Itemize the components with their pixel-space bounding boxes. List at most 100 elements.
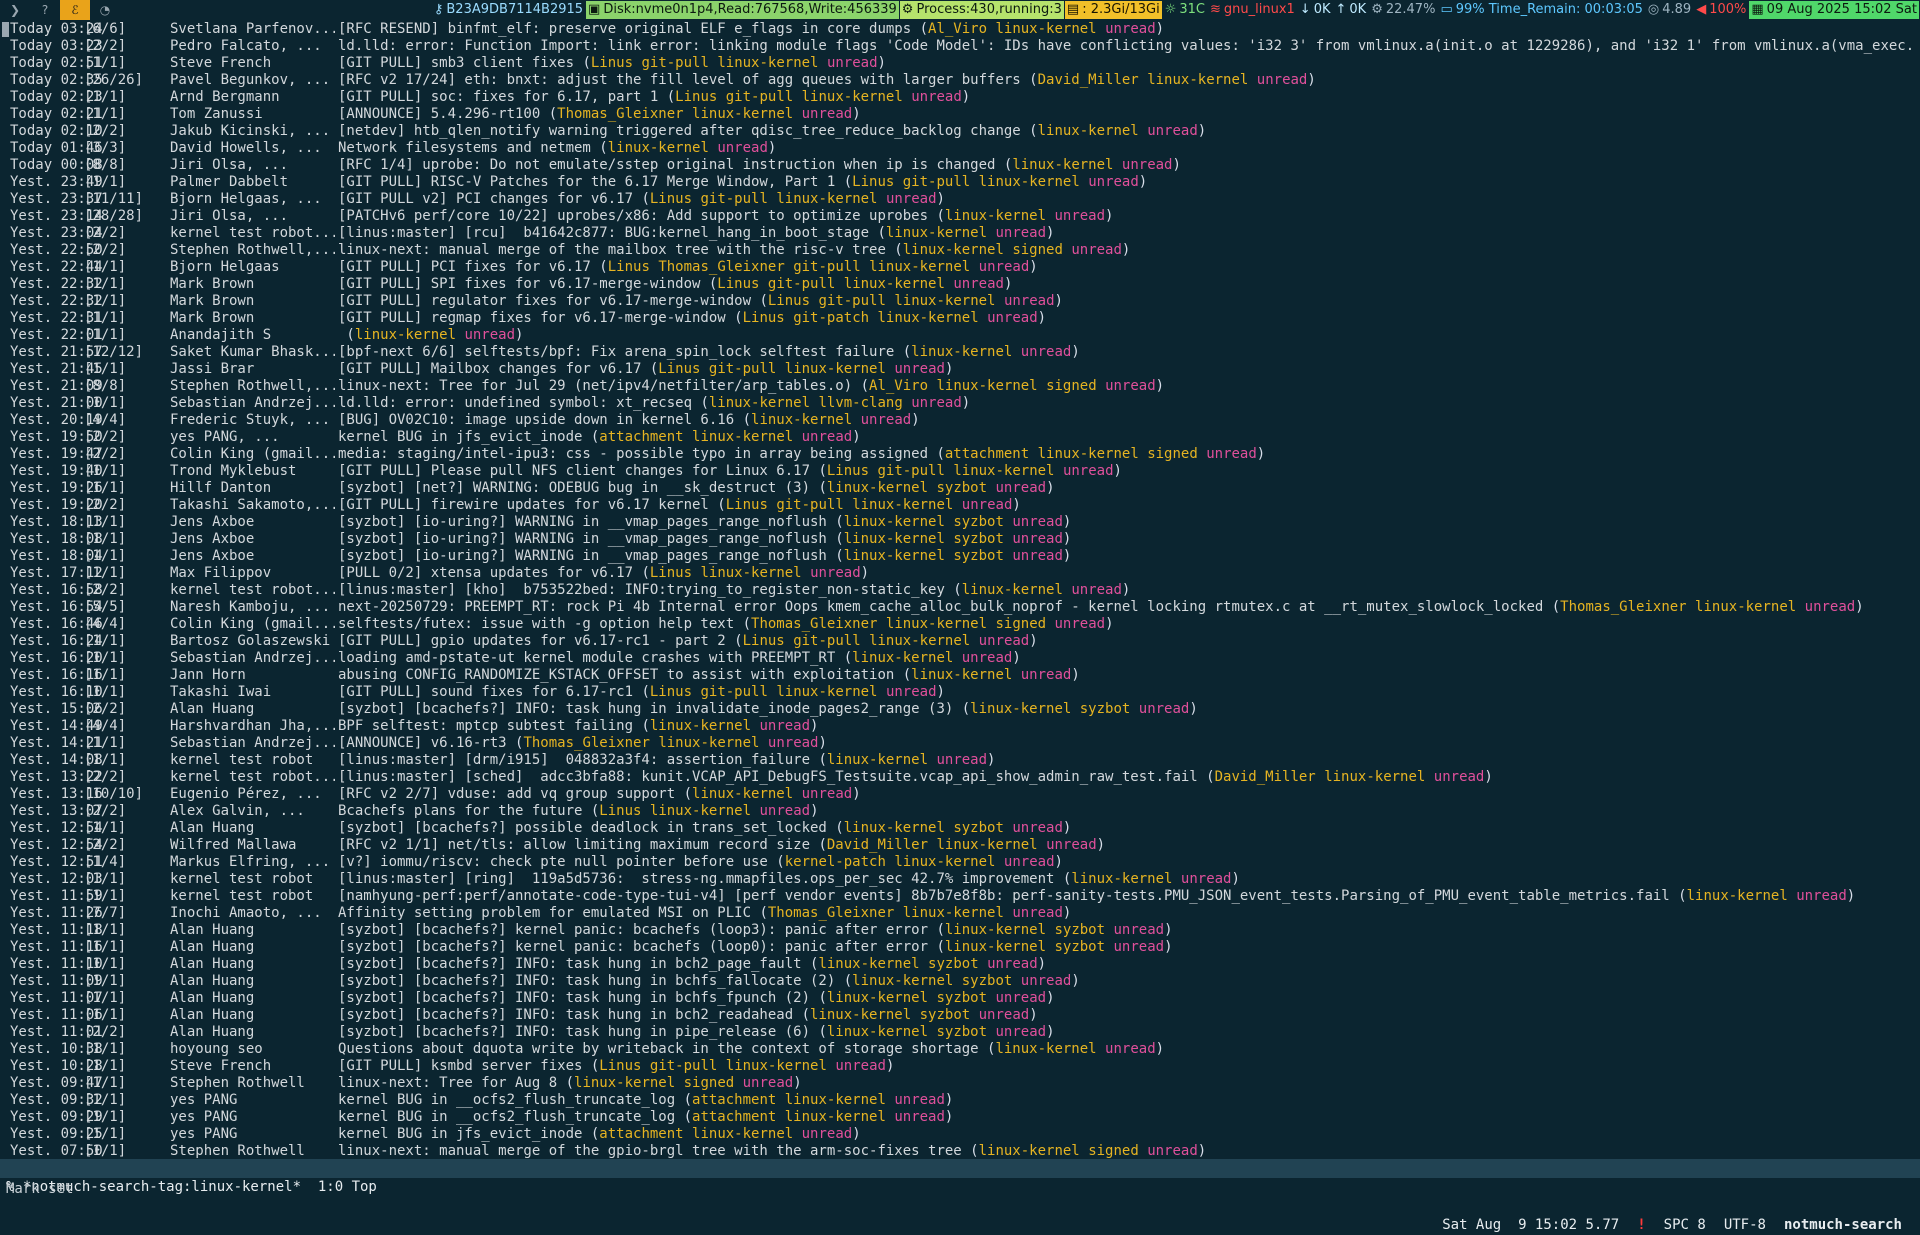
thread-row[interactable]: Yest. 09:32 [1/1] yes PANG kernel BUG in __… xyxy=(0,1092,1920,1109)
thread-tag[interactable]: unread xyxy=(1088,174,1139,190)
thread-tag[interactable]: unread xyxy=(1012,531,1063,547)
thread-tag[interactable]: linux-kernel xyxy=(1071,871,1172,887)
thread-tag[interactable]: Linus xyxy=(768,293,810,309)
thread-tag[interactable]: unread xyxy=(759,803,810,819)
thread-tag[interactable]: linux-kernel xyxy=(785,1092,886,1108)
thread-tag[interactable]: unread xyxy=(911,395,962,411)
thread-row[interactable]: Yest. 13:07 [2/2] Alex Galvin, ... Bcachefs… xyxy=(0,803,1920,820)
thread-tag[interactable]: linux-kernel xyxy=(751,412,852,428)
thread-tag[interactable]: signed xyxy=(684,1075,735,1091)
thread-tag[interactable]: signed xyxy=(1147,446,1198,462)
thread-row[interactable]: Yest. 11:26 [7/7] Inochi Amaoto, ... Affini… xyxy=(0,905,1920,922)
thread-tag[interactable]: unread xyxy=(743,1075,794,1091)
thread-tag[interactable]: syzbot xyxy=(920,1007,971,1023)
thread-tag[interactable]: linux-kernel xyxy=(844,548,945,564)
thread-row[interactable]: Today 03:23 [2/2] Pedro Falcato, ... ld.lld… xyxy=(0,38,1920,55)
thread-row[interactable]: Today 03:24 [6/6] Svetlana Parfenov... [RFC… xyxy=(0,21,1920,38)
thread-tag[interactable]: Linus xyxy=(675,89,717,105)
thread-row[interactable]: Yest. 16:54 [5/5] Naresh Kamboju, ... next-… xyxy=(0,599,1920,616)
thread-tag[interactable]: signed xyxy=(1046,378,1097,394)
thread-tag[interactable]: unread xyxy=(835,1058,886,1074)
thread-tag[interactable]: linux-kernel xyxy=(979,174,1080,190)
thread-tag[interactable]: linux-kernel xyxy=(717,55,818,71)
thread-tag[interactable]: linux-kernel xyxy=(692,429,793,445)
thread-tag[interactable]: git-pull xyxy=(650,1058,717,1074)
thread-row[interactable]: Yest. 18:08 [1/1] Jens Axboe [syzbot] [io-u… xyxy=(0,531,1920,548)
thread-tag[interactable]: unread xyxy=(1071,242,1122,258)
thread-row[interactable]: Yest. 23:14 [28/28] Jiri Olsa, ... [PATCHv6… xyxy=(0,208,1920,225)
thread-row[interactable]: Yest. 18:13 [1/1] Jens Axboe [syzbot] [io-u… xyxy=(0,514,1920,531)
thread-tag[interactable]: linux-kernel xyxy=(945,922,1046,938)
thread-tag[interactable]: linux-kernel xyxy=(1038,446,1139,462)
thread-tag[interactable]: unread xyxy=(987,310,1038,326)
thread-tag[interactable]: git-pull xyxy=(709,361,776,377)
thread-tag[interactable]: git-pull xyxy=(903,174,970,190)
thread-tag[interactable]: unread xyxy=(802,786,853,802)
thread-tag[interactable]: unread xyxy=(1046,837,1097,853)
thread-tag[interactable]: linux-kernel xyxy=(911,667,1012,683)
thread-row[interactable]: Yest. 14:49 [4/4] Harshvardhan Jha,... BPF … xyxy=(0,718,1920,735)
thread-tag[interactable]: syzbot xyxy=(936,990,987,1006)
thread-tag[interactable]: Linus xyxy=(599,803,641,819)
thread-tag[interactable]: unread xyxy=(979,633,1030,649)
thread-tag[interactable]: linux-kernel xyxy=(574,1075,675,1091)
thread-tag[interactable]: git-pull xyxy=(768,276,835,292)
thread-tag[interactable]: Al_Viro xyxy=(928,21,987,37)
thread-tag[interactable]: unread xyxy=(886,684,937,700)
thread-tag[interactable]: Linus xyxy=(658,361,700,377)
thread-row[interactable]: Yest. 11:10 [1/1] Alan Huang [syzbot] [bcac… xyxy=(0,956,1920,973)
thread-tag[interactable]: linux-kernel xyxy=(852,650,953,666)
thread-tag[interactable]: git-pull xyxy=(641,55,708,71)
thread-tag[interactable]: unread xyxy=(464,327,515,343)
thread-row[interactable]: Yest. 11:09 [1/1] Alan Huang [syzbot] [bcac… xyxy=(0,973,1920,990)
thread-tag[interactable]: linux-kernel xyxy=(936,378,1037,394)
thread-tag[interactable]: signed xyxy=(1012,242,1063,258)
thread-tag[interactable]: git-patch xyxy=(793,310,869,326)
thread-tag[interactable]: syzbot xyxy=(936,1024,987,1040)
thread-tag[interactable]: linux-kernel xyxy=(903,242,1004,258)
thread-tag[interactable]: unread xyxy=(759,718,810,734)
thread-row[interactable]: Yest. 16:58 [2/2] kernel test robot... [lin… xyxy=(0,582,1920,599)
thread-tag[interactable]: Linus xyxy=(743,310,785,326)
thread-tag[interactable]: unread xyxy=(1147,123,1198,139)
thread-tag[interactable]: unread xyxy=(995,225,1046,241)
thread-tag[interactable]: linux-kernel xyxy=(692,1126,793,1142)
thread-tag[interactable]: syzbot xyxy=(953,531,1004,547)
thread-tag[interactable]: unread xyxy=(1055,616,1106,632)
thread-row[interactable]: Yest. 16:20 [1/1] Sebastian Andrzej... load… xyxy=(0,650,1920,667)
thread-tag[interactable]: linux-kernel xyxy=(852,497,953,513)
thread-tag[interactable]: Linus xyxy=(650,565,692,581)
thread-row[interactable]: Yest. 14:21 [1/1] Sebastian Andrzej... [ANN… xyxy=(0,735,1920,752)
workspace-3-button[interactable]: ℰ xyxy=(60,0,90,20)
thread-tag[interactable]: attachment xyxy=(945,446,1029,462)
thread-tag[interactable]: unread xyxy=(1257,72,1308,88)
thread-tag[interactable]: unread xyxy=(1012,820,1063,836)
thread-tag[interactable]: unread xyxy=(995,1024,1046,1040)
thread-tag[interactable]: Al_Viro xyxy=(869,378,928,394)
thread-row[interactable]: Yest. 11:07 [1/1] Alan Huang [syzbot] [bcac… xyxy=(0,990,1920,1007)
thread-tag[interactable]: kernel-patch xyxy=(785,854,886,870)
thread-tag[interactable]: unread xyxy=(1139,701,1190,717)
thread-tag[interactable]: Linus xyxy=(743,633,785,649)
thread-tag[interactable]: linux-kernel xyxy=(852,973,953,989)
thread-tag[interactable]: unread xyxy=(1113,922,1164,938)
thread-tag[interactable]: unread xyxy=(1071,582,1122,598)
thread-tag[interactable]: unread xyxy=(861,412,912,428)
thread-tag[interactable]: unread xyxy=(894,1109,945,1125)
thread-tag[interactable]: unread xyxy=(1122,157,1173,173)
thread-tag[interactable]: unread xyxy=(894,1092,945,1108)
thread-tag[interactable]: linux-kernel xyxy=(995,21,1096,37)
thread-tag[interactable]: linux-kernel xyxy=(1147,72,1248,88)
thread-tag[interactable]: unread xyxy=(886,191,937,207)
thread-tag[interactable]: unread xyxy=(810,565,861,581)
thread-tag[interactable]: git-pull xyxy=(726,89,793,105)
thread-tag[interactable]: git-pull xyxy=(700,684,767,700)
thread-tag[interactable]: unread xyxy=(1021,344,1072,360)
thread-tag[interactable]: unread xyxy=(1105,378,1156,394)
thread-row[interactable]: Yest. 22:01 [1/1] Anandajith S (linux-kern… xyxy=(0,327,1920,344)
thread-row[interactable]: Yest. 07:50 [1/1] Stephen Rothwell linux-ne… xyxy=(0,1143,1920,1159)
thread-row[interactable]: Yest. 16:46 [4/4] Colin King (gmail... self… xyxy=(0,616,1920,633)
thread-tag[interactable]: Linus xyxy=(591,55,633,71)
thread-tag[interactable]: unread xyxy=(1147,1143,1198,1159)
thread-row[interactable]: Yest. 13:22 [2/2] kernel test robot... [lin… xyxy=(0,769,1920,786)
